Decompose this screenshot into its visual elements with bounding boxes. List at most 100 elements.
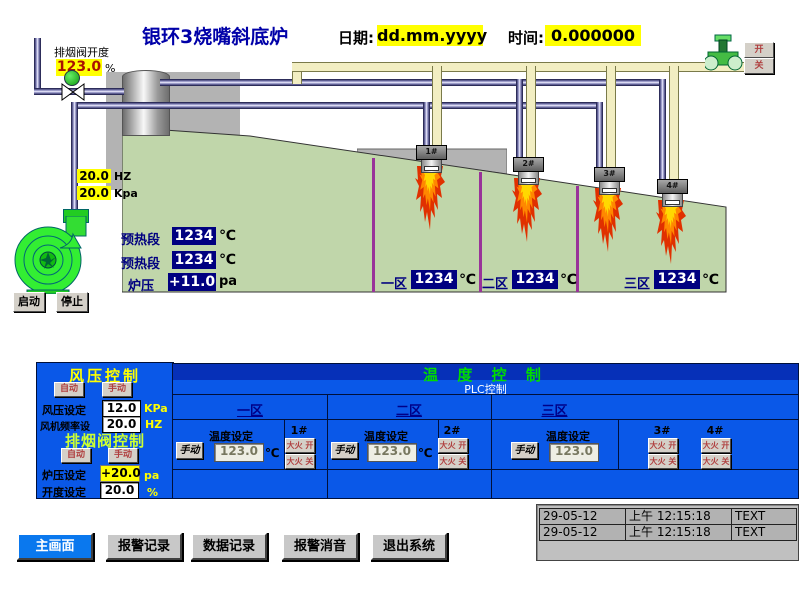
zone2-temp-unit: ℃ <box>560 272 577 288</box>
time-value: 0.000000 <box>545 25 641 46</box>
date-value: dd.mm.yyyy <box>377 25 483 46</box>
log-text: TEXT <box>731 524 797 541</box>
burner1-label: 1# <box>285 424 313 437</box>
burner-2-cap: 2# <box>513 157 544 172</box>
wind-setpoint-label: 风压设定 <box>42 402 86 418</box>
zone3-header: 三区 <box>491 400 618 419</box>
burner2-bigfire-on-button[interactable]: 大火 开 <box>438 438 468 453</box>
zone1-temp-label: 一区 <box>381 273 407 292</box>
zone3-temp-value: 1234 <box>654 270 700 289</box>
flame-icon <box>593 188 623 252</box>
preheat-unit-2: ℃ <box>219 252 236 268</box>
preheat-temp-1: 1234 <box>172 227 216 245</box>
zone2-setpoint-label: 温度设定 <box>364 428 424 444</box>
zone3-setpoint-input[interactable]: 123.0 <box>549 443 599 462</box>
grid-line <box>173 469 798 470</box>
zone1-setpoint-unit: ℃ <box>265 446 280 460</box>
air-drop-1 <box>423 102 430 148</box>
zone1-setpoint-label: 温度设定 <box>209 428 269 444</box>
flame-icon <box>656 200 686 264</box>
control-valve-icon <box>705 33 743 73</box>
nav-main-screen-button[interactable]: 主画面 <box>17 533 93 560</box>
zone2-header: 二区 <box>327 400 491 419</box>
gas-drop-1 <box>432 66 442 148</box>
furnace-pressure-value: +11.0 <box>168 273 216 291</box>
burner3-bigfire-off-button[interactable]: 大火 关 <box>648 454 678 469</box>
air-manifold-lower <box>160 102 603 109</box>
gas-drop-2 <box>526 66 536 160</box>
alarm-log-table: 29-05-12 上午 12:15:18 TEXT 29-05-12 上午 12… <box>536 504 799 561</box>
opening-setpoint-label: 开度设定 <box>42 484 86 500</box>
air-drop-4 <box>659 79 666 182</box>
burner-slot <box>521 178 536 183</box>
log-time: 上午 12:15:18 <box>625 508 735 525</box>
burner-1-cap: 1# <box>416 145 447 160</box>
exhaust-pipe-vertical <box>34 38 41 92</box>
burner-slot <box>602 188 617 193</box>
gas-drop-4 <box>669 66 679 182</box>
wind-setpoint-input[interactable]: 12.0 <box>102 400 141 417</box>
burner2-label: 2# <box>438 424 466 437</box>
burner3-bigfire-on-button[interactable]: 大火 开 <box>648 438 678 453</box>
damper-manual-button[interactable]: 手动 <box>108 448 138 463</box>
gas-drop-3 <box>606 66 616 170</box>
burner-slot <box>665 200 680 205</box>
furnace-press-setpoint-input[interactable]: +20.0 <box>100 465 140 482</box>
zone2-temp-value: 1234 <box>512 270 558 289</box>
fan-start-button[interactable]: 启动 <box>13 292 45 312</box>
burner2-bigfire-off-button[interactable]: 大火 关 <box>438 454 468 469</box>
zone2-setpoint-input[interactable]: 123.0 <box>367 443 417 462</box>
air-drop-2 <box>516 79 523 160</box>
log-text: TEXT <box>731 508 797 525</box>
zone1-manual-button[interactable]: 手动 <box>176 442 203 459</box>
fan-pressure-value: 20.0 <box>77 186 111 200</box>
nav-exit-system-button[interactable]: 退出系统 <box>371 533 447 560</box>
furnace-pressure-label: 炉压 <box>128 275 154 294</box>
zone3-temp-label: 三区 <box>624 273 650 292</box>
zone2-setpoint-unit: ℃ <box>418 446 433 460</box>
nav-alarm-record-button[interactable]: 报警记录 <box>106 533 182 560</box>
log-date: 29-05-12 <box>539 508 629 525</box>
temperature-panel: 温 度 控 制 PLC控制 一区 二区 三区 手动 温度设定 123.0 ℃ 1… <box>172 363 799 499</box>
nav-alarm-mute-button[interactable]: 报警消音 <box>282 533 358 560</box>
burner-4-cap: 4# <box>657 179 688 194</box>
damper-opening-unit: % <box>105 62 115 75</box>
log-date: 29-05-12 <box>539 524 629 541</box>
valve-open-button[interactable]: 开 <box>744 42 774 58</box>
zone3-manual-button[interactable]: 手动 <box>511 442 538 459</box>
preheat-temp-2: 1234 <box>172 251 216 269</box>
blower-fan-icon <box>10 216 94 294</box>
preheat-unit-1: ℃ <box>219 228 236 244</box>
fan-frequency-unit: HZ <box>114 170 131 183</box>
burner1-bigfire-off-button[interactable]: 大火 关 <box>285 454 315 469</box>
date-label: 日期: <box>338 27 374 48</box>
furnace-pressure-unit: pa <box>219 274 237 289</box>
damper-auto-button[interactable]: 自动 <box>61 448 91 463</box>
wind-auto-button[interactable]: 自动 <box>54 382 84 397</box>
zone-divider-1 <box>372 158 375 292</box>
burner4-bigfire-off-button[interactable]: 大火 关 <box>701 454 731 469</box>
log-time: 上午 12:15:18 <box>625 524 735 541</box>
zone1-temp-unit: ℃ <box>459 272 476 288</box>
fan-pressure-unit: Kpa <box>114 187 138 200</box>
zone1-setpoint-input[interactable]: 123.0 <box>214 443 264 462</box>
zone1-header: 一区 <box>173 400 327 419</box>
grid-line <box>173 394 798 395</box>
zone1-temp-value: 1234 <box>411 270 457 289</box>
burner4-label: 4# <box>701 424 729 437</box>
burner1-bigfire-on-button[interactable]: 大火 开 <box>285 438 315 453</box>
zone3-temp-unit: ℃ <box>702 272 719 288</box>
fan-stop-button[interactable]: 停止 <box>56 292 88 312</box>
wind-manual-button[interactable]: 手动 <box>102 382 132 397</box>
zone2-manual-button[interactable]: 手动 <box>331 442 358 459</box>
hmi-main-screen: 银环3烧嘴斜底炉 日期: dd.mm.yyyy 时间: 0.000000 开 <box>0 0 809 606</box>
opening-setpoint-input[interactable]: 20.0 <box>100 482 139 499</box>
preheat-label-1: 预热段 <box>121 229 160 248</box>
nav-data-record-button[interactable]: 数据记录 <box>191 533 267 560</box>
valve-close-button[interactable]: 关 <box>744 58 774 74</box>
wind-setpoint-unit: KPa <box>144 402 168 415</box>
grid-line <box>618 419 619 469</box>
damper-valve-icon[interactable] <box>61 83 85 101</box>
burner4-bigfire-on-button[interactable]: 大火 开 <box>701 438 731 453</box>
burner-3-cap: 3# <box>594 167 625 182</box>
